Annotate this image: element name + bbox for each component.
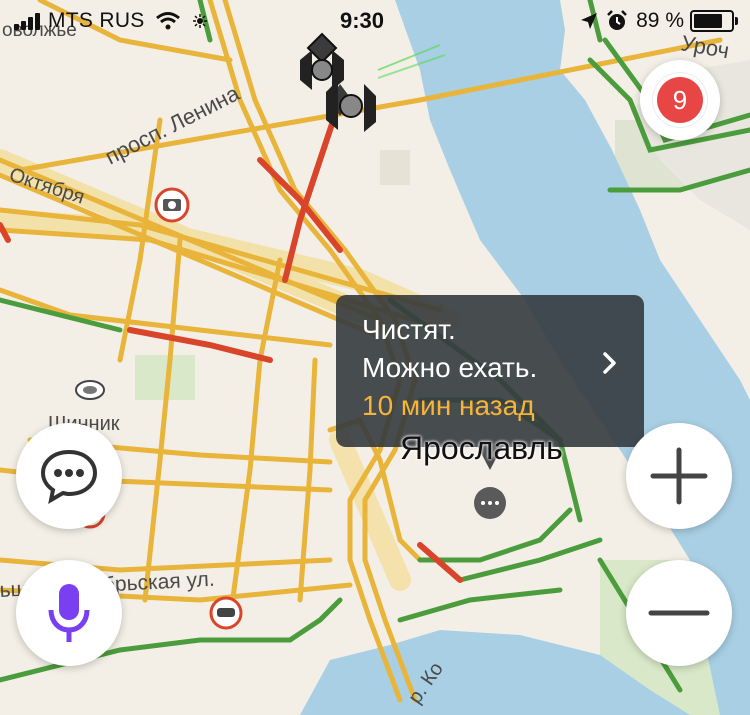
zoom-out-button[interactable]: [626, 560, 732, 666]
popup-advice-text: Можно ехать.: [362, 352, 538, 383]
status-time: 9:30: [340, 8, 385, 33]
camera-pin-icon[interactable]: [154, 187, 190, 223]
battery-icon: [690, 10, 738, 32]
minus-icon: [648, 610, 710, 616]
status-bar: MTS RUS 9:30 89 %: [0, 0, 750, 40]
plus-icon: [650, 447, 708, 505]
signal-strength-icon: [14, 12, 42, 30]
location-arrow-icon: [581, 13, 598, 29]
stadium-icon[interactable]: [75, 380, 105, 400]
traffic-level-button[interactable]: 9: [640, 60, 720, 140]
chevron-right-icon[interactable]: [602, 351, 618, 375]
wifi-icon: [155, 12, 180, 30]
popup-status-text: Чистят.: [362, 314, 456, 345]
brightness-icon: [192, 14, 207, 28]
zoom-in-button[interactable]: [626, 423, 732, 529]
popup-time-text: 10 мин назад: [362, 390, 535, 421]
chat-pin-icon[interactable]: [474, 487, 506, 519]
chat-bubble-icon: [40, 449, 98, 504]
chat-button[interactable]: [16, 423, 122, 529]
city-label: Ярославль: [400, 430, 563, 466]
carrier-name: MTS RUS: [48, 9, 145, 32]
voice-search-button[interactable]: [16, 560, 122, 666]
accident-icon[interactable]: [209, 596, 243, 630]
battery-percent: 89 %: [636, 9, 684, 32]
microphone-icon: [48, 584, 90, 642]
snow-clearing-popup[interactable]: Чистят. Можно ехать. 10 мин назад: [336, 295, 644, 447]
status-right: 89 %: [580, 9, 738, 33]
traffic-level-badge: 9: [657, 77, 703, 123]
battery-fill: [694, 14, 722, 28]
alarm-clock-icon: [607, 10, 628, 30]
status-left: MTS RUS: [14, 9, 207, 33]
